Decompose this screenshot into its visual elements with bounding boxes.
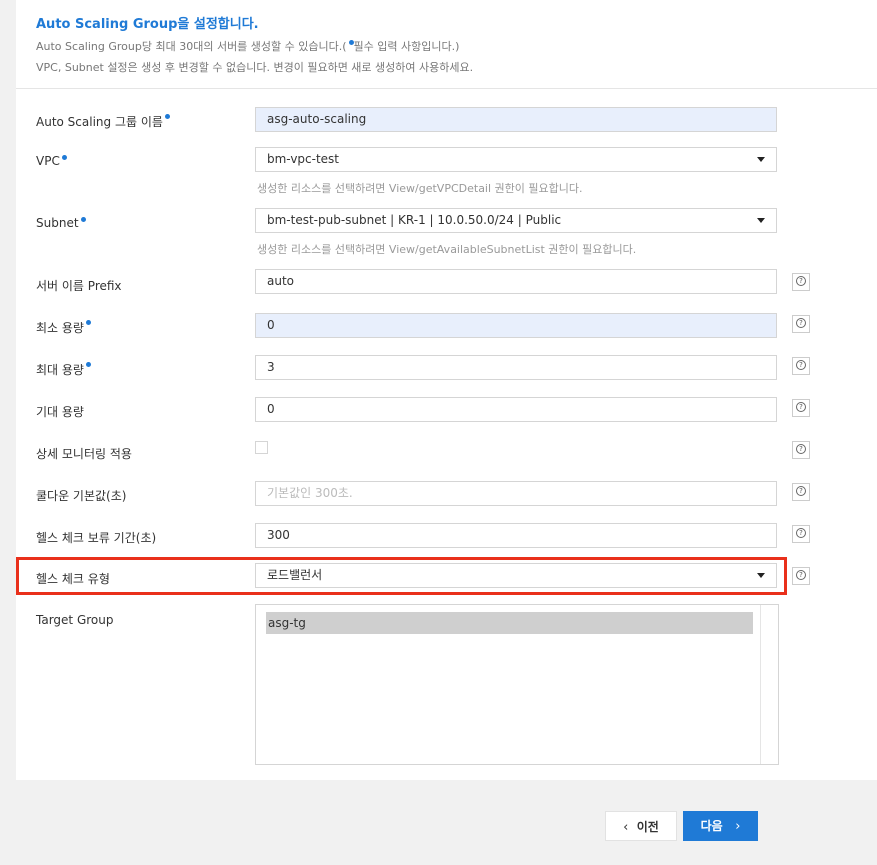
- subnet-hint: 생성한 리소스를 선택하려면 View/getAvailableSubnetLi…: [257, 243, 637, 256]
- max-capacity-input[interactable]: 3: [255, 355, 777, 380]
- scrollbar[interactable]: [760, 605, 778, 764]
- cooldown-label: 쿨다운 기본값(초): [36, 489, 127, 503]
- chevron-left-icon: ‹: [623, 820, 629, 835]
- health-check-type-label: 헬스 체크 유형: [36, 572, 110, 586]
- min-capacity-label: 최소 용량: [36, 319, 91, 336]
- question-icon: ?: [796, 359, 806, 370]
- prev-button[interactable]: ‹ 이전: [605, 811, 677, 841]
- question-icon: ?: [796, 443, 806, 454]
- cooldown-input[interactable]: 기본값인 300초.: [255, 481, 777, 506]
- subnet-select[interactable]: bm-test-pub-subnet | KR-1 | 10.0.50.0/24…: [255, 208, 777, 233]
- desired-capacity-input[interactable]: 0: [255, 397, 777, 422]
- target-group-label: Target Group: [36, 613, 114, 627]
- target-group-listbox[interactable]: asg-tg: [255, 604, 779, 765]
- header-note: VPC, Subnet 설정은 생성 후 변경할 수 없습니다. 변경이 필요하…: [36, 61, 474, 74]
- health-check-grace-label: 헬스 체크 보류 기간(초): [36, 531, 157, 545]
- required-dot-icon: [61, 155, 67, 160]
- help-button-grace[interactable]: ?: [792, 525, 810, 543]
- required-dot-icon: [85, 320, 91, 325]
- help-button-prefix[interactable]: ?: [792, 273, 810, 291]
- list-item[interactable]: asg-tg: [266, 612, 753, 634]
- prefix-input[interactable]: auto: [255, 269, 777, 294]
- required-dot-icon: [164, 114, 170, 119]
- dropdown-arrow-icon: [757, 573, 765, 578]
- subnet-label: Subnet: [36, 216, 86, 230]
- health-check-type-select[interactable]: 로드밸런서: [255, 563, 777, 588]
- asg-name-label: Auto Scaling 그룹 이름: [36, 113, 170, 130]
- required-dot-icon: [80, 217, 86, 222]
- header-description: Auto Scaling Group당 최대 30대의 서버를 생성할 수 있습…: [36, 40, 460, 53]
- question-icon: ?: [796, 485, 806, 496]
- question-icon: ?: [796, 317, 806, 328]
- prefix-label: 서버 이름 Prefix: [36, 279, 122, 293]
- help-button-min[interactable]: ?: [792, 315, 810, 333]
- required-dot-icon: [85, 362, 91, 367]
- desired-capacity-label: 기대 용량: [36, 405, 84, 419]
- health-check-grace-input[interactable]: 300: [255, 523, 777, 548]
- vpc-select[interactable]: bm-vpc-test: [255, 147, 777, 172]
- max-capacity-label: 최대 용량: [36, 361, 91, 378]
- help-button-monitoring[interactable]: ?: [792, 441, 810, 459]
- min-capacity-input[interactable]: 0: [255, 313, 777, 338]
- dropdown-arrow-icon: [757, 218, 765, 223]
- help-button-desired[interactable]: ?: [792, 399, 810, 417]
- monitoring-checkbox[interactable]: [255, 441, 268, 454]
- question-icon: ?: [796, 401, 806, 412]
- question-icon: ?: [796, 527, 806, 538]
- question-icon: ?: [796, 569, 806, 580]
- monitoring-label: 상세 모니터링 적용: [36, 447, 132, 461]
- help-button-cooldown[interactable]: ?: [792, 483, 810, 501]
- next-button[interactable]: 다음 ›: [683, 811, 758, 841]
- help-button-max[interactable]: ?: [792, 357, 810, 375]
- help-button-health-type[interactable]: ?: [792, 567, 810, 585]
- dropdown-arrow-icon: [757, 157, 765, 162]
- vpc-hint: 생성한 리소스를 선택하려면 View/getVPCDetail 권한이 필요합…: [257, 182, 583, 195]
- section-header: Auto Scaling Group을 설정합니다. Auto Scaling …: [16, 0, 877, 89]
- question-icon: ?: [796, 275, 806, 286]
- chevron-right-icon: ›: [735, 819, 741, 834]
- asg-settings-panel: Auto Scaling Group을 설정합니다. Auto Scaling …: [16, 0, 877, 780]
- page-title: Auto Scaling Group을 설정합니다.: [36, 17, 259, 32]
- vpc-label: VPC: [36, 154, 67, 168]
- asg-name-input[interactable]: asg-auto-scaling: [255, 107, 777, 132]
